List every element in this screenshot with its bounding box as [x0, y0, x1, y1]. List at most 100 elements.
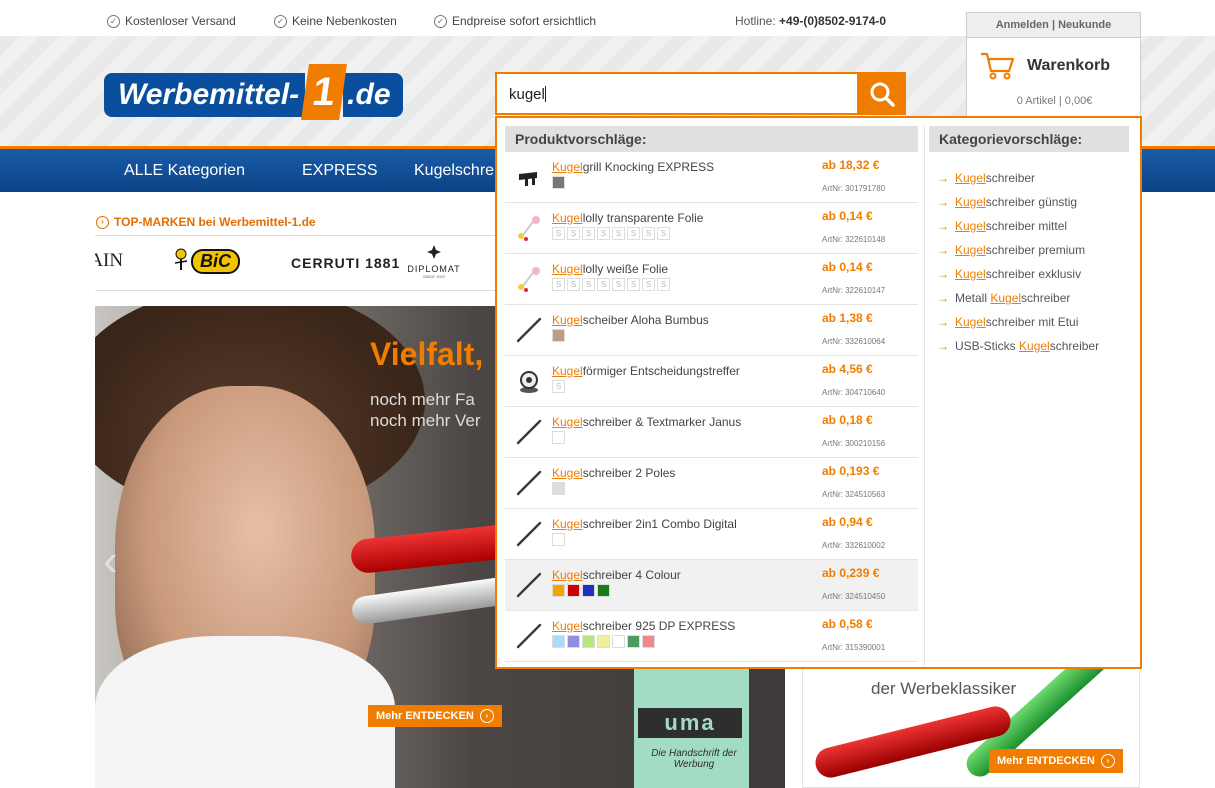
brands-heading[interactable]: › TOP-MARKEN bei Werbemittel-1.de [96, 215, 316, 229]
article-number: ArtNr: 301791780 [822, 184, 886, 193]
grill-icon [515, 164, 543, 190]
color-swatch [642, 635, 655, 648]
product-suggestion[interactable]: Kugelschreiber 4 Colour ab 0,239 € ArtNr: … [505, 560, 918, 611]
category-suggestion[interactable]: → Kugelschreiber mit Etui [937, 310, 1099, 334]
product-name[interactable]: Kugelschreiber 2 Poles [552, 466, 675, 480]
arrow-right-icon: → [937, 315, 949, 329]
product-name[interactable]: Kugelschreiber 4 Colour [552, 568, 681, 582]
promo-cta-button[interactable]: Mehr ENTDECKEN › [989, 749, 1123, 773]
arrow-circle-icon: › [479, 709, 494, 723]
product-name[interactable]: Kugellolly transparente Folie [552, 211, 703, 225]
brand-logo-bic[interactable]: BiC [173, 248, 240, 274]
lolly-icon [515, 215, 543, 241]
product-suggestion[interactable]: Kugelschreiber 925 DP EXPRESS ab 0,58 € Ar… [505, 611, 918, 662]
pen-icon [515, 521, 543, 547]
product-name[interactable]: Kugelgrill Knocking EXPRESS [552, 160, 714, 174]
product-price: ab 0,239 € [822, 566, 880, 580]
product-price: ab 0,18 € [822, 413, 873, 427]
color-swatch [552, 176, 565, 189]
product-price: ab 0,58 € [822, 617, 873, 631]
color-swatches [552, 482, 565, 495]
category-suggestion[interactable]: → Kugelschreiber exklusiv [937, 262, 1099, 286]
brand-logo-cerruti[interactable]: CERRUTI 1881 [291, 255, 400, 271]
arrow-right-icon: → [937, 171, 949, 185]
category-text-pre: USB-Sticks [955, 339, 1020, 353]
product-suggestion[interactable]: Kugelschreiber 2in1 Combo Digital ab 0,94… [505, 509, 918, 560]
login-register-links[interactable]: Anmelden | Neukunde [967, 13, 1140, 38]
product-suggestion[interactable]: Kugelschreiber 2 Poles ab 0,193 € ArtNr: 3… [505, 458, 918, 509]
usp-item: ✓ Keine Nebenkosten [274, 14, 397, 28]
hero-model-shirt [95, 636, 395, 788]
search-match: Kugel [552, 466, 583, 480]
bic-boy-icon [174, 248, 188, 270]
category-suggestion[interactable]: → Kugelschreiber [937, 166, 1099, 190]
color-swatch: S [627, 278, 640, 291]
klassiker-promo[interactable]: der Werbeklassiker Mehr ENTDECKEN › [802, 668, 1140, 788]
product-price: ab 18,32 € [822, 158, 880, 172]
arrow-circle-icon: › [1100, 754, 1115, 768]
product-suggestion[interactable]: Kugelgrill Knocking EXPRESS ab 18,32 € Art… [505, 152, 918, 203]
nav-item-all-categories[interactable]: ALLE Kategorien [124, 162, 245, 180]
color-swatch: S [612, 278, 625, 291]
product-price: ab 1,38 € [822, 311, 873, 325]
product-name[interactable]: Kugelscheiber Aloha Bumbus [552, 313, 709, 327]
cart-link[interactable]: Warenkorb [979, 51, 1110, 81]
diplomat-emblem-icon [427, 245, 441, 259]
pen-icon [515, 317, 543, 343]
category-suggestion[interactable]: → Kugelschreiber mittel [937, 214, 1099, 238]
category-text-post: schreiber günstig [985, 195, 1078, 209]
color-swatch [597, 635, 610, 648]
uma-logo: uma [638, 708, 742, 738]
color-swatch [582, 635, 595, 648]
product-name[interactable]: Kugelschreiber & Textmarker Janus [552, 415, 741, 429]
uma-promo[interactable]: uma Die Handschrift der Werbung [634, 668, 749, 788]
category-suggestion[interactable]: → Kugelschreiber günstig [937, 190, 1099, 214]
product-name-rest: grill Knocking EXPRESS [582, 160, 715, 174]
pen-icon [515, 470, 543, 496]
search-suggestions-dropdown: Produktvorschläge: Kategorievorschläge: … [495, 116, 1142, 669]
search-input[interactable]: kugel [495, 72, 857, 115]
product-name[interactable]: Kugelschreiber 925 DP EXPRESS [552, 619, 735, 633]
brand-logo-diplomat[interactable]: DIPLOMAT SINCE 1922 [399, 244, 469, 279]
pen-icon [515, 623, 543, 649]
product-name[interactable]: Kugellolly weiße Folie [552, 262, 668, 276]
category-suggestion[interactable]: → Kugelschreiber premium [937, 238, 1099, 262]
product-name-rest: schreiber 925 DP EXPRESS [582, 619, 736, 633]
color-swatch: S [627, 227, 640, 240]
brand-logo[interactable]: IAIN [95, 250, 123, 272]
article-number: ArtNr: 324510563 [822, 490, 886, 499]
hotline: Hotline: +49-(0)8502-9174-0 [735, 14, 887, 28]
category-text-post: schreiber mit Etui [985, 315, 1079, 329]
search-match: Kugel [552, 262, 583, 276]
product-suggestion[interactable]: Kugellolly transparente Folie S S S S S S S Sab … [505, 203, 918, 254]
search-match: Kugel [552, 160, 583, 174]
article-number: ArtNr: 322610148 [822, 235, 886, 244]
product-suggestion[interactable]: Kugelscheiber Aloha Bumbus ab 1,38 € ArtNr… [505, 305, 918, 356]
product-name[interactable]: Kugelförmiger Entscheidungstreffer [552, 364, 740, 378]
article-number: ArtNr: 332610064 [822, 337, 886, 346]
hero-cta-button[interactable]: Mehr ENTDECKEN › [368, 705, 502, 727]
color-swatch: S [552, 380, 565, 393]
carousel-prev-icon[interactable]: ‹ [103, 536, 118, 586]
search-icon [870, 82, 895, 107]
promo-subtitle: der Werbeklassiker [871, 679, 1017, 698]
product-name-rest: schreiber 2in1 Combo Digital [582, 517, 737, 531]
site-logo[interactable]: Werbemittel- 1 .de [104, 64, 403, 120]
product-suggestion[interactable]: Kugelförmiger Entscheidungstreffer Sab 4,… [505, 356, 918, 407]
category-text-post: schreiber [985, 171, 1036, 185]
color-swatch [627, 635, 640, 648]
category-suggestion[interactable]: → USB-Sticks Kugelschreiber [937, 334, 1099, 358]
nav-item-kugelschreiber[interactable]: Kugelschre [414, 162, 494, 180]
hero-subline: noch mehr Ver [370, 411, 481, 430]
color-swatch [552, 431, 565, 444]
nav-item-express[interactable]: EXPRESS [302, 162, 378, 180]
category-suggestion[interactable]: → Metall Kugelschreiber [937, 286, 1099, 310]
shopping-cart-icon [981, 52, 1015, 80]
pen-icon [515, 572, 543, 598]
color-swatch: S [582, 227, 595, 240]
product-suggestion[interactable]: Kugelschreiber & Textmarker Janus ab 0,18… [505, 407, 918, 458]
search-button[interactable] [857, 72, 906, 115]
category-text-match: Kugel [955, 171, 986, 185]
product-name[interactable]: Kugelschreiber 2in1 Combo Digital [552, 517, 737, 531]
product-suggestion[interactable]: Kugellolly weiße Folie S S S S S S S Sab 0,14 € A… [505, 254, 918, 305]
